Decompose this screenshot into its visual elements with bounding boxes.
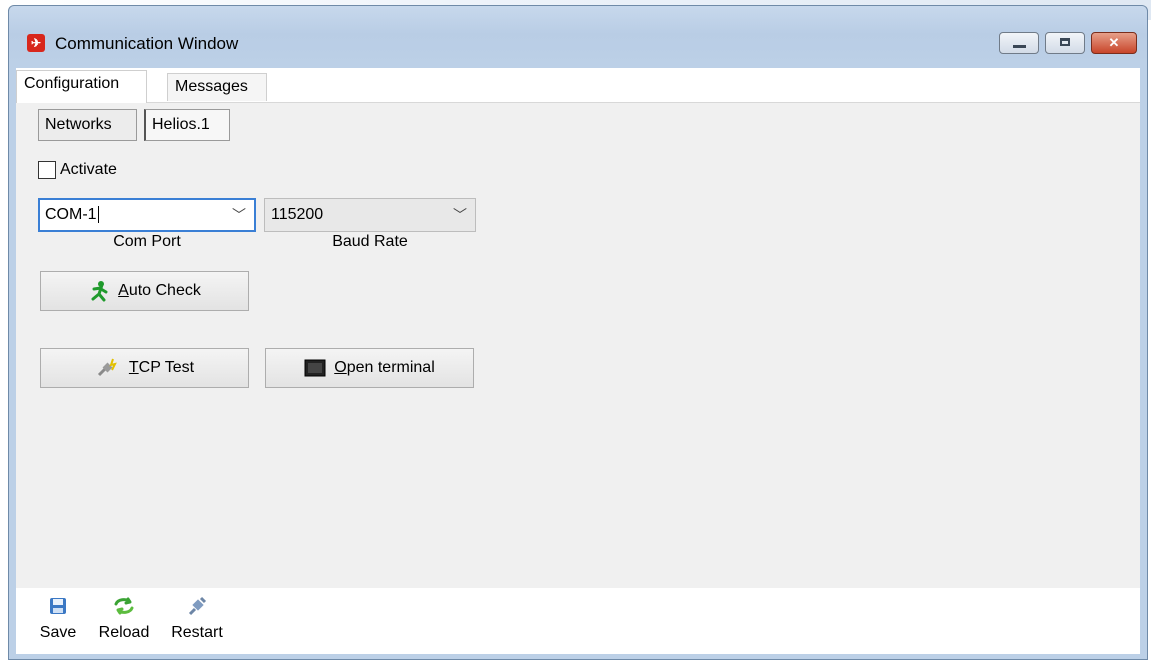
subtab-helios-1[interactable]: Helios.1 [144, 109, 230, 141]
close-button[interactable]: ✕ [1091, 32, 1137, 54]
activate-row[interactable]: Activate [38, 161, 117, 179]
tcp-test-button[interactable]: TCP Test [40, 348, 249, 388]
plug-restart-icon [188, 596, 207, 616]
client-area: Configuration Messages Networks Helios.1… [16, 68, 1140, 654]
communication-window: ✈ Communication Window ✕ Configuration M… [8, 5, 1148, 660]
reload-label: Reload [98, 624, 150, 641]
com-port-caption: Com Port [113, 233, 181, 250]
baud-rate-value: 115200 [271, 206, 324, 223]
configuration-panel: Networks Helios.1 Activate COM-1​ ﹀ Com … [16, 102, 1140, 588]
window-title: Communication Window [55, 34, 239, 53]
com-port-value: COM-1 [45, 206, 97, 223]
maximize-button[interactable] [1045, 32, 1085, 54]
chevron-down-icon: ﹀ [453, 207, 467, 223]
chevron-down-icon: ﹀ [232, 207, 246, 223]
minimize-icon [1013, 45, 1026, 48]
auto-check-label: Auto Check [118, 282, 201, 299]
bottom-toolbar: Save Reload Restart [16, 588, 1140, 654]
tcp-test-label: TCP Test [128, 359, 195, 376]
save-button[interactable]: Save [34, 594, 82, 642]
baud-rate-combo[interactable]: 115200 ﹀ [264, 198, 476, 232]
close-icon: ✕ [1108, 35, 1120, 50]
caption-buttons: ✕ [999, 32, 1137, 54]
plug-icon [97, 358, 117, 377]
title-bar[interactable]: ✈ Communication Window ✕ [9, 6, 1147, 68]
com-port-combo[interactable]: COM-1​ ﹀ [38, 198, 256, 232]
save-label: Save [39, 624, 77, 641]
tab-configuration[interactable]: Configuration [16, 70, 147, 103]
maximize-icon [1060, 38, 1070, 46]
restart-label: Restart [171, 624, 223, 641]
reload-button[interactable]: Reload [92, 594, 156, 642]
text-cursor: ​ [97, 206, 99, 223]
baud-rate-caption: Baud Rate [332, 233, 408, 250]
open-terminal-button[interactable]: Open terminal [265, 348, 474, 388]
terminal-icon [304, 359, 326, 377]
open-terminal-label: Open terminal [334, 359, 435, 376]
running-man-icon [91, 281, 108, 302]
app-rocket-icon: ✈ [27, 34, 45, 52]
refresh-icon [114, 597, 134, 615]
activate-label: Activate [60, 161, 117, 178]
auto-check-button[interactable]: Auto Check [40, 271, 249, 311]
restart-button[interactable]: Restart [162, 594, 232, 642]
activate-checkbox[interactable] [38, 161, 56, 179]
floppy-disk-icon [50, 598, 66, 614]
minimize-button[interactable] [999, 32, 1039, 54]
tab-messages[interactable]: Messages [167, 73, 267, 101]
subtab-networks[interactable]: Networks [38, 109, 137, 141]
